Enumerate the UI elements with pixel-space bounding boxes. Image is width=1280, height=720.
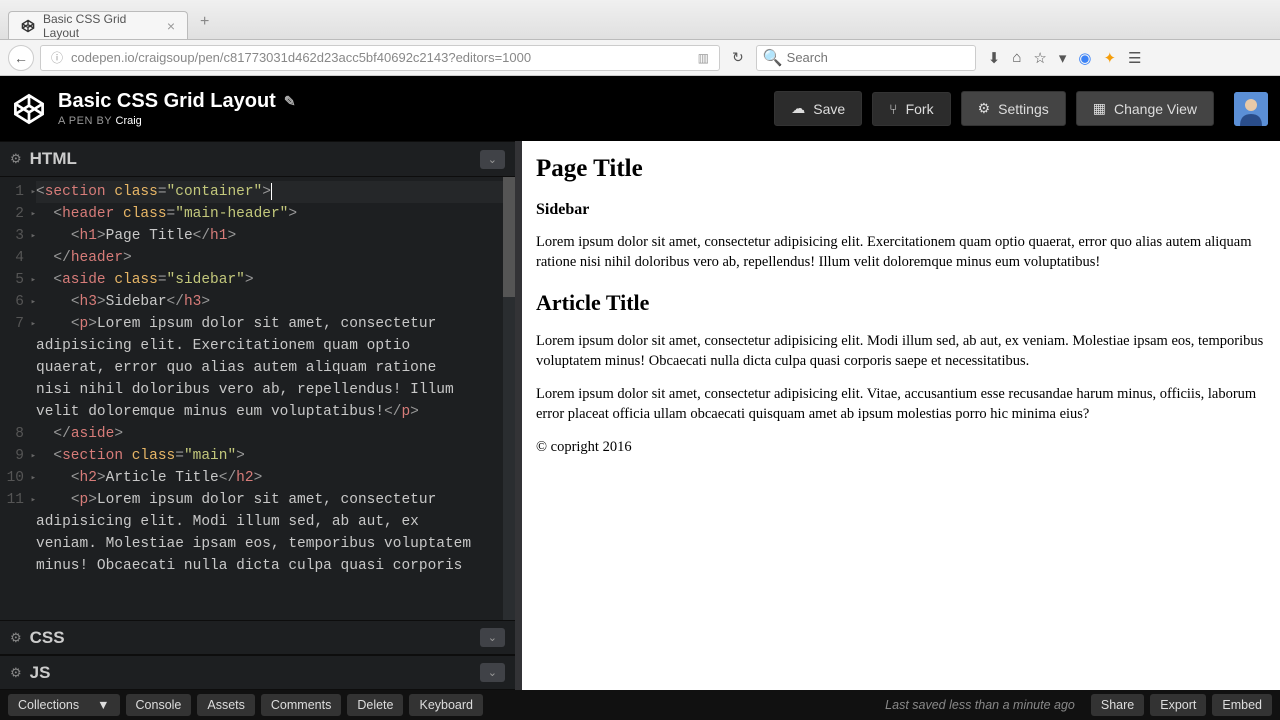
gear-icon[interactable]: ⚙: [10, 151, 22, 167]
search-icon: 🔍: [763, 48, 783, 68]
html-panel-header[interactable]: ⚙ HTML ⌄: [0, 141, 515, 177]
settings-label: Settings: [998, 101, 1049, 117]
editor-panel-left: ⚙ HTML ⌄ 1▸2▸3▸45▸6▸7▸ 89▸10▸11▸ <sectio…: [0, 141, 522, 690]
preview-p1: Lorem ipsum dolor sit amet, consectetur …: [536, 233, 1266, 272]
preview-h3: Sidebar: [536, 201, 1266, 219]
collections-label: Collections: [18, 698, 79, 712]
code-content[interactable]: <section class="container"> <header clas…: [32, 177, 515, 620]
home-icon[interactable]: ⌂: [1012, 49, 1021, 67]
chevron-down-icon: ▼: [97, 698, 109, 712]
comments-button[interactable]: Comments: [261, 694, 341, 716]
user-avatar[interactable]: [1234, 92, 1268, 126]
line-gutter: 1▸2▸3▸45▸6▸7▸ 89▸10▸11▸: [0, 177, 32, 620]
pen-title-wrap: Basic CSS Grid Layout ✎ A PEN BY Craig: [58, 90, 774, 127]
editor-area: ⚙ HTML ⌄ 1▸2▸3▸45▸6▸7▸ 89▸10▸11▸ <sectio…: [0, 141, 1280, 690]
keyboard-button[interactable]: Keyboard: [409, 694, 483, 716]
back-button[interactable]: ←: [8, 45, 34, 71]
settings-button[interactable]: ⚙ Settings: [961, 91, 1066, 126]
gear-icon: ⚙: [978, 100, 991, 117]
save-label: Save: [813, 101, 845, 117]
search-field[interactable]: [787, 50, 969, 65]
browser-tab[interactable]: Basic CSS Grid Layout ×: [8, 11, 188, 39]
assets-button[interactable]: Assets: [197, 694, 255, 716]
scrollbar-thumb[interactable]: [503, 177, 515, 297]
change-view-label: Change View: [1114, 101, 1197, 117]
pocket-icon[interactable]: ▾: [1059, 49, 1067, 67]
menu-icon[interactable]: ☰: [1128, 49, 1141, 67]
fork-button[interactable]: ⑂ Fork: [872, 92, 950, 126]
reader-icon[interactable]: ▥: [694, 51, 713, 65]
css-panel-header[interactable]: ⚙ CSS ⌄: [0, 620, 515, 655]
preview-pane: Page Title Sidebar Lorem ipsum dolor sit…: [522, 141, 1280, 690]
cloud-icon: ☁: [791, 100, 805, 117]
panel-label-js: JS: [30, 663, 51, 683]
search-input[interactable]: 🔍: [756, 45, 976, 71]
codepen-header: Basic CSS Grid Layout ✎ A PEN BY Craig ☁…: [0, 76, 1280, 141]
bottom-bar: Collections ▼ Console Assets Comments Del…: [0, 690, 1280, 720]
browser-url-bar: ← ⓘ ▥ ↻ 🔍 ⬇ ⌂ ☆ ▾ ◉ ✦ ☰: [0, 40, 1280, 76]
author-link[interactable]: Craig: [116, 115, 142, 127]
panel-label-css: CSS: [30, 628, 65, 648]
byline-prefix: A PEN BY: [58, 115, 116, 127]
preview-footer: © copright 2016: [536, 438, 1266, 458]
chevron-down-icon[interactable]: ⌄: [480, 663, 505, 682]
browser-toolbar-icons: ⬇ ⌂ ☆ ▾ ◉ ✦ ☰: [988, 49, 1142, 67]
layout-icon: ▦: [1093, 100, 1106, 117]
change-view-button[interactable]: ▦ Change View: [1076, 91, 1214, 126]
chevron-down-icon[interactable]: ⌄: [480, 150, 505, 169]
extension-icon[interactable]: ◉: [1078, 49, 1091, 67]
codepen-logo[interactable]: [12, 92, 46, 126]
js-panel-header[interactable]: ⚙ JS ⌄: [0, 655, 515, 690]
export-button[interactable]: Export: [1150, 694, 1206, 716]
edit-title-icon[interactable]: ✎: [284, 93, 296, 110]
preview-h1: Page Title: [536, 155, 1266, 183]
save-button[interactable]: ☁ Save: [774, 91, 862, 126]
delete-button[interactable]: Delete: [347, 694, 403, 716]
code-editor[interactable]: 1▸2▸3▸45▸6▸7▸ 89▸10▸11▸ <section class="…: [0, 177, 515, 620]
save-status: Last saved less than a minute ago: [885, 698, 1075, 712]
embed-button[interactable]: Embed: [1212, 694, 1272, 716]
new-tab-button[interactable]: +: [192, 9, 217, 35]
fork-icon: ⑂: [889, 101, 897, 117]
preview-h2: Article Title: [536, 290, 1266, 316]
refresh-button[interactable]: ↻: [726, 49, 750, 66]
pen-byline: A PEN BY Craig: [58, 115, 774, 127]
preview-p2: Lorem ipsum dolor sit amet, consectetur …: [536, 332, 1266, 371]
share-button[interactable]: Share: [1091, 694, 1144, 716]
gear-icon[interactable]: ⚙: [10, 630, 22, 646]
chevron-down-icon[interactable]: ⌄: [480, 628, 505, 647]
console-button[interactable]: Console: [126, 694, 192, 716]
gear-icon[interactable]: ⚙: [10, 665, 22, 681]
editor-scrollbar[interactable]: [503, 177, 515, 620]
extension-icon-2[interactable]: ✦: [1103, 49, 1116, 67]
pen-title-text: Basic CSS Grid Layout: [58, 90, 276, 113]
url-input[interactable]: ⓘ ▥: [40, 45, 720, 71]
collections-dropdown[interactable]: Collections ▼: [8, 694, 120, 716]
panel-label-html: HTML: [30, 149, 77, 169]
tab-title: Basic CSS Grid Layout: [43, 12, 159, 40]
star-icon[interactable]: ☆: [1033, 49, 1046, 67]
info-icon[interactable]: ⓘ: [47, 49, 67, 66]
codepen-favicon: [21, 19, 35, 33]
browser-tab-bar: Basic CSS Grid Layout × +: [0, 0, 1280, 40]
url-field[interactable]: [71, 50, 690, 65]
header-actions: ☁ Save ⑂ Fork ⚙ Settings ▦ Change View: [774, 91, 1268, 126]
preview-p3: Lorem ipsum dolor sit amet, consectetur …: [536, 385, 1266, 424]
pen-title: Basic CSS Grid Layout ✎: [58, 90, 774, 113]
tab-close-icon[interactable]: ×: [167, 18, 175, 34]
fork-label: Fork: [906, 101, 934, 117]
download-icon[interactable]: ⬇: [988, 49, 1001, 67]
